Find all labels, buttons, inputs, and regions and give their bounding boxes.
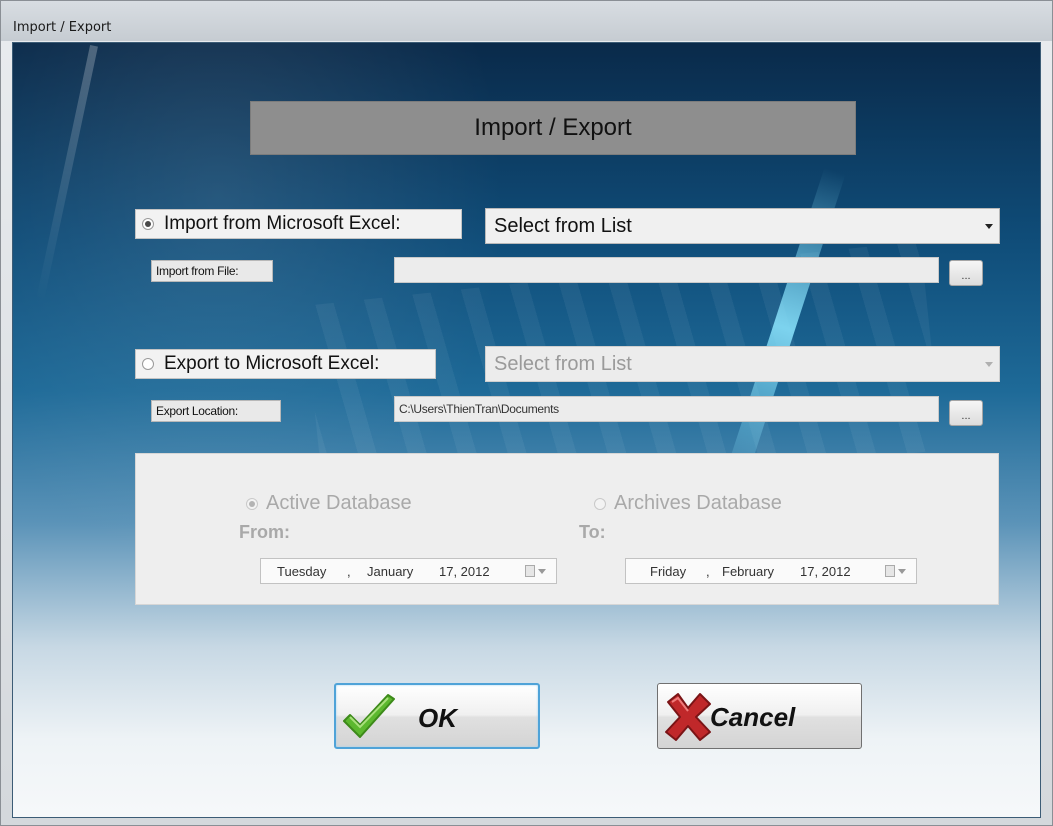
- dialog-header-title: Import / Export: [474, 114, 632, 141]
- archives-database-radio[interactable]: [594, 497, 606, 510]
- to-date-month: February: [722, 564, 775, 579]
- calendar-icon: [885, 565, 895, 577]
- ok-button[interactable]: OK: [334, 683, 540, 749]
- from-date-month: January: [367, 564, 414, 579]
- from-label: From:: [239, 522, 290, 542]
- to-date-sep: ,: [706, 564, 710, 579]
- to-date-weekday: Friday: [650, 564, 687, 579]
- from-date-dropdown-button[interactable]: [525, 563, 551, 579]
- import-option-label: Import from Microsoft Excel:: [164, 213, 401, 234]
- chevron-down-icon: [538, 568, 546, 574]
- import-file-field[interactable]: [394, 257, 939, 283]
- cancel-button-label: Cancel: [710, 702, 796, 732]
- from-date-picker[interactable]: Tuesday , January 17, 2012: [260, 558, 557, 584]
- ok-button-label: OK: [418, 703, 457, 733]
- import-export-window: Import / Export Import / Export Import f…: [0, 0, 1053, 826]
- export-browse-label: ...: [961, 410, 971, 422]
- active-database-radio[interactable]: [246, 497, 258, 510]
- import-browse-label: ...: [961, 270, 971, 282]
- background-streak: [36, 45, 98, 301]
- export-browse-button[interactable]: ...: [949, 400, 983, 426]
- export-location-label-text: Export Location:: [156, 404, 238, 418]
- export-option-label: Export to Microsoft Excel:: [164, 353, 380, 374]
- dialog-client-area: Import / Export Import from Microsoft Ex…: [12, 42, 1041, 818]
- x-cross-icon: [662, 692, 714, 749]
- import-option[interactable]: Import from Microsoft Excel:: [135, 209, 462, 239]
- chevron-down-icon: [898, 568, 906, 574]
- window-title: Import / Export: [13, 20, 112, 35]
- to-label: To:: [579, 522, 606, 542]
- title-bar[interactable]: Import / Export: [1, 1, 1052, 41]
- active-database-label: Active Database: [266, 492, 412, 514]
- dialog-header: Import / Export: [250, 101, 856, 155]
- export-option[interactable]: Export to Microsoft Excel:: [135, 349, 436, 379]
- cancel-button[interactable]: Cancel: [657, 683, 862, 749]
- archives-database-option[interactable]: Archives Database: [594, 492, 782, 515]
- export-location-value: C:\Users\ThienTran\Documents: [399, 402, 559, 416]
- from-date-sep: ,: [347, 564, 351, 579]
- export-location-label: Export Location:: [151, 400, 281, 422]
- import-list-select[interactable]: Select from List: [485, 208, 1000, 244]
- from-date-weekday: Tuesday: [277, 564, 327, 579]
- to-date-picker[interactable]: Friday , February 17, 2012: [625, 558, 917, 584]
- import-radio[interactable]: [142, 218, 154, 230]
- calendar-icon: [525, 565, 535, 577]
- export-radio[interactable]: [142, 358, 154, 370]
- export-location-field[interactable]: C:\Users\ThienTran\Documents: [394, 396, 939, 422]
- from-date-day-year: 17, 2012: [439, 564, 490, 579]
- chevron-down-icon: [985, 224, 993, 229]
- to-date-dropdown-button[interactable]: [885, 563, 911, 579]
- checkmark-icon: [340, 693, 398, 750]
- archives-database-label: Archives Database: [614, 492, 782, 514]
- import-file-label: Import from File:: [151, 260, 273, 282]
- import-file-label-text: Import from File:: [156, 264, 239, 278]
- database-panel: Active Database Archives Database From: …: [135, 453, 999, 605]
- export-list-select[interactable]: Select from List: [485, 346, 1000, 382]
- import-browse-button[interactable]: ...: [949, 260, 983, 286]
- to-date-day-year: 17, 2012: [800, 564, 851, 579]
- import-list-value: Select from List: [494, 214, 632, 237]
- chevron-down-icon: [985, 362, 993, 367]
- active-database-option[interactable]: Active Database: [246, 492, 412, 515]
- export-list-value: Select from List: [494, 352, 632, 375]
